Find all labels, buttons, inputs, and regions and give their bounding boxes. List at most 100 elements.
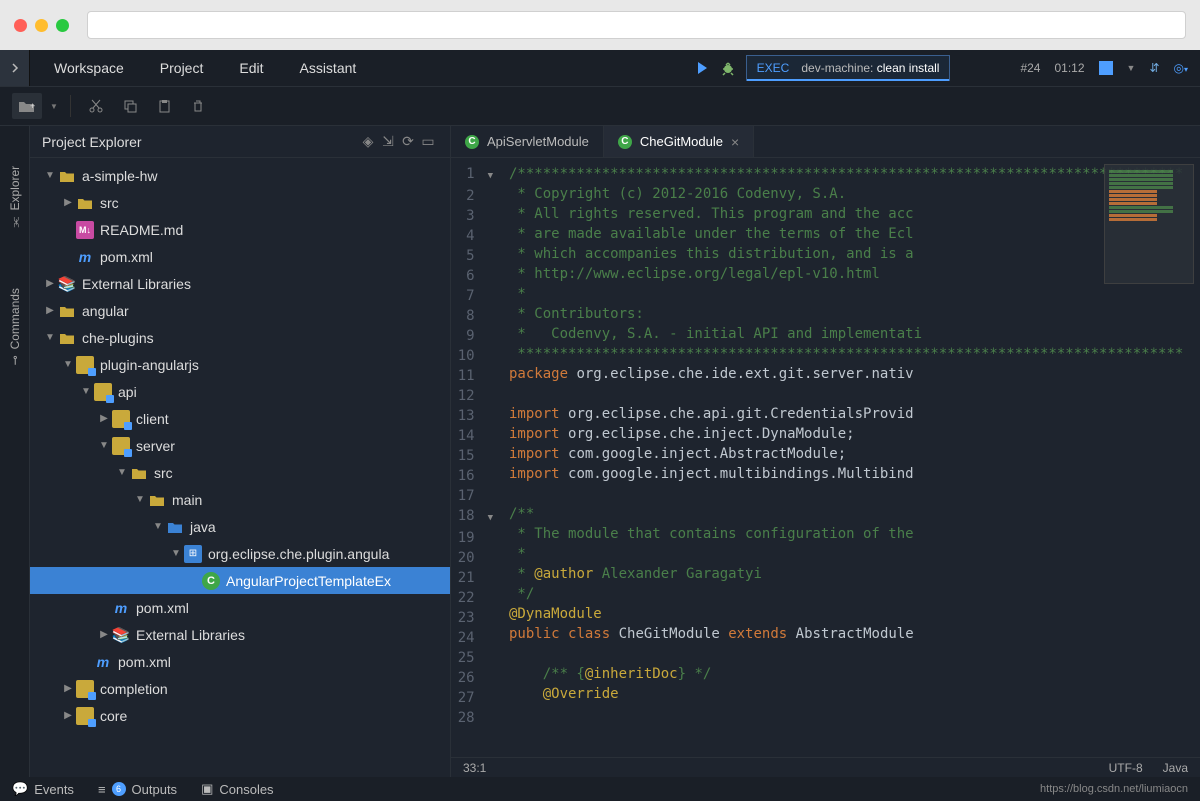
tree-item[interactable]: plugin-angularjs [30, 351, 450, 378]
tree-item[interactable]: ⊞org.eclipse.che.plugin.angula [30, 540, 450, 567]
progress-indicator[interactable] [1099, 61, 1113, 75]
network-icon[interactable]: ⇵ [1149, 61, 1159, 75]
top-menu-bar: Workspace Project Edit Assistant EXEC de… [0, 50, 1200, 86]
outputs-panel-button[interactable]: ≡ 6 Outputs [98, 782, 177, 797]
exec-label: EXEC [757, 61, 790, 75]
run-button[interactable] [694, 60, 710, 76]
editor-tab[interactable]: CApiServletModule [451, 126, 604, 157]
tree-item[interactable]: src [30, 189, 450, 216]
tree-item[interactable]: completion [30, 675, 450, 702]
minimize-window[interactable] [35, 19, 48, 32]
language-mode[interactable]: Java [1163, 761, 1188, 775]
chevron-icon[interactable] [42, 170, 58, 181]
pom-icon: m [112, 599, 130, 617]
tree-item-label: api [118, 384, 137, 400]
tree-item-label: server [136, 438, 175, 454]
maximize-window[interactable] [56, 19, 69, 32]
consoles-panel-button[interactable]: ▣ Consoles [201, 781, 274, 797]
refresh-icon[interactable]: ⟳ [398, 132, 418, 152]
tree-item[interactable]: angular [30, 297, 450, 324]
line-gutter: 1 ▼2 3 4 5 6 7 8 9 10 11 12 13 14 15 16 … [451, 158, 501, 757]
close-tab-icon[interactable]: × [731, 134, 739, 150]
tree-item[interactable]: api [30, 378, 450, 405]
tree-item[interactable]: client [30, 405, 450, 432]
tree-item[interactable]: CAngularProjectTemplateEx [30, 567, 450, 594]
tree-item[interactable]: mpom.xml [30, 243, 450, 270]
menu-project[interactable]: Project [160, 60, 204, 76]
tree-item[interactable]: core [30, 702, 450, 729]
tree-item-label: core [100, 708, 127, 724]
folder-icon [58, 302, 76, 320]
folder-blue-icon [166, 518, 184, 536]
file-tree: a-simple-hwsrcM↓README.mdmpom.xml📚Extern… [30, 158, 450, 777]
expand-menu-button[interactable] [0, 50, 30, 86]
tree-item-label: pom.xml [136, 600, 189, 616]
new-file-button[interactable]: + [12, 93, 42, 119]
tree-item[interactable]: mpom.xml [30, 648, 450, 675]
chevron-icon[interactable] [42, 278, 58, 289]
tree-item[interactable]: a-simple-hw [30, 162, 450, 189]
cut-button[interactable] [83, 93, 109, 119]
minimize-panel-icon[interactable]: ▭ [418, 132, 438, 152]
chevron-icon[interactable] [132, 494, 148, 505]
chevron-icon[interactable] [168, 548, 184, 559]
tree-item[interactable]: 📚External Libraries [30, 270, 450, 297]
tree-item-label: External Libraries [136, 627, 245, 643]
collapse-icon[interactable]: ⇲ [378, 132, 398, 152]
tree-item-label: a-simple-hw [82, 168, 157, 184]
rail-commands[interactable]: ⊸Commands [8, 288, 22, 365]
code-content[interactable]: /***************************************… [501, 158, 1200, 757]
tree-item[interactable]: main [30, 486, 450, 513]
paste-button[interactable] [151, 93, 177, 119]
chevron-icon[interactable] [42, 332, 58, 343]
pom-icon: m [94, 653, 112, 671]
tree-item[interactable]: 📚 External Libraries [30, 621, 450, 648]
tree-item[interactable]: che-plugins [30, 324, 450, 351]
chevron-icon[interactable] [60, 359, 76, 370]
delete-button[interactable] [185, 93, 211, 119]
events-panel-button[interactable]: 💬 Events [12, 781, 74, 797]
chevron-icon[interactable] [60, 683, 76, 694]
side-rail: ⫘Explorer ⊸Commands [0, 126, 30, 777]
tab-label: CheGitModule [640, 134, 723, 149]
settings-target-icon[interactable]: ◎▾ [1174, 61, 1189, 75]
url-bar[interactable] [87, 11, 1186, 39]
chevron-icon[interactable] [78, 386, 94, 397]
chevron-icon[interactable] [42, 305, 58, 316]
chevron-icon[interactable] [96, 629, 112, 640]
menu-edit[interactable]: Edit [239, 60, 263, 76]
copy-button[interactable] [117, 93, 143, 119]
encoding[interactable]: UTF-8 [1109, 761, 1143, 775]
tree-item-label: External Libraries [82, 276, 191, 292]
tree-item-label: angular [82, 303, 129, 319]
chevron-icon[interactable] [96, 440, 112, 451]
editor-tabs: CApiServletModuleCCheGitModule× [451, 126, 1200, 158]
menu-assistant[interactable]: Assistant [299, 60, 356, 76]
class-icon: C [202, 572, 220, 590]
close-window[interactable] [14, 19, 27, 32]
lib-icon: 📚 [112, 626, 130, 644]
tree-item[interactable]: M↓README.md [30, 216, 450, 243]
md-icon: M↓ [76, 221, 94, 239]
browser-chrome [0, 0, 1200, 50]
chevron-icon[interactable] [114, 467, 130, 478]
debug-button[interactable] [720, 60, 736, 76]
chevron-icon[interactable] [96, 413, 112, 424]
tree-item[interactable]: m pom.xml [30, 594, 450, 621]
editor-area: CApiServletModuleCCheGitModule× 1 ▼2 3 4… [450, 126, 1200, 777]
tree-item[interactable]: java [30, 513, 450, 540]
tree-item[interactable]: server [30, 432, 450, 459]
dropdown-arrow-icon[interactable]: ▼ [1127, 63, 1136, 73]
dropdown-icon[interactable]: ▼ [50, 102, 58, 111]
chat-icon: 💬 [12, 781, 28, 797]
chevron-icon[interactable] [60, 710, 76, 721]
exec-command-box[interactable]: EXEC dev-machine: clean install [746, 55, 951, 81]
rail-explorer[interactable]: ⫘Explorer [8, 166, 22, 228]
chevron-icon[interactable] [150, 521, 166, 532]
locate-icon[interactable]: ◈ [358, 132, 378, 152]
chevron-icon[interactable] [60, 197, 76, 208]
editor-tab[interactable]: CCheGitModule× [604, 126, 754, 157]
menu-workspace[interactable]: Workspace [54, 60, 124, 76]
minimap[interactable] [1104, 164, 1194, 284]
tree-item[interactable]: src [30, 459, 450, 486]
